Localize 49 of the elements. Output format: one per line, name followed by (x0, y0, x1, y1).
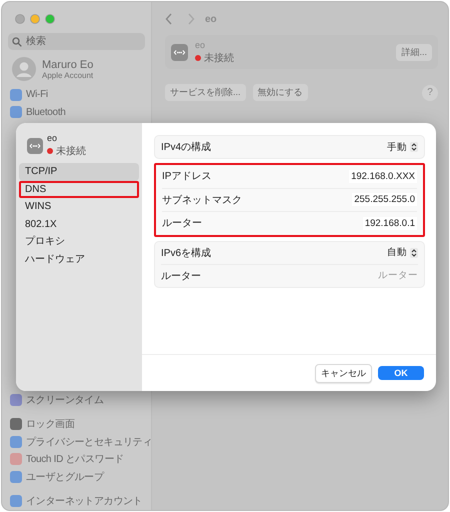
setting-label: ルーター (161, 270, 201, 282)
status-text: 未接続 (204, 52, 234, 64)
sidebar-tab[interactable]: WINS (19, 198, 139, 216)
updown-chevron-icon (410, 142, 418, 152)
sidebar-tab[interactable]: 802.1X (19, 216, 139, 233)
sidebar-item[interactable]: Wi-Fi (8, 86, 48, 104)
setting-label: サブネットマスク (162, 194, 242, 207)
input-field[interactable]: ルーター (338, 270, 418, 281)
setting-label: IPアドレス (162, 170, 212, 184)
help-button[interactable]: ? (422, 84, 438, 100)
setting-label: IPv6を構成 (161, 246, 212, 260)
action-button[interactable]: 無効にする (252, 84, 308, 101)
value-field[interactable]: 255.255.255.0 (352, 193, 417, 206)
updown-chevron-icon (410, 248, 418, 258)
sidebar-item[interactable]: スクリーンタイム (8, 391, 104, 408)
forward-icon (187, 13, 195, 25)
account-subtitle: Apple Account (42, 70, 94, 80)
popup-button[interactable]: 自動 (387, 246, 418, 259)
sidebar-tab[interactable]: DNS (19, 180, 139, 198)
window-title: eo (205, 14, 217, 24)
sidebar-item[interactable]: ユーザとグループ (8, 468, 104, 486)
action-button[interactable]: サービスを削除... (165, 84, 246, 101)
service-name: eo (47, 133, 58, 143)
search-icon (12, 37, 22, 47)
ok-button[interactable]: OK (378, 366, 424, 380)
sidebar-item[interactable]: プライバシーとセキュリティ (8, 433, 152, 450)
network-service-icon (27, 138, 43, 154)
network-service-icon (171, 44, 188, 60)
avatar-icon (12, 57, 36, 81)
sidebar-tab[interactable]: ハードウェア (19, 250, 139, 268)
status-dot-icon (47, 148, 53, 154)
popup-button[interactable]: 手動 (387, 140, 418, 154)
value-field[interactable]: 192.168.0.1 (362, 216, 417, 230)
back-icon (165, 13, 173, 25)
setting-label: ルーター (162, 217, 202, 230)
search-field[interactable]: 検索 (8, 33, 145, 50)
sidebar-tab[interactable]: プロキシ (19, 233, 139, 250)
sidebar-item[interactable]: インターネットアカウント (8, 492, 142, 510)
value-field[interactable]: 192.168.0.XXX (349, 170, 417, 183)
cancel-button[interactable]: キャンセル (315, 364, 372, 382)
status-dot-icon (195, 54, 201, 60)
account-name: Maruro Eo (42, 58, 94, 70)
details-button[interactable]: 詳細... (396, 44, 432, 60)
sidebar-tab[interactable]: TCP/IP (19, 163, 139, 180)
sidebar-item[interactable]: Touch ID とパスワード (8, 450, 124, 468)
sidebar-item[interactable]: ロック画面 (8, 416, 75, 433)
setting-label: IPv4の構成 (161, 140, 212, 154)
status-text: 未接続 (56, 144, 86, 158)
sidebar-item[interactable]: Bluetooth (8, 104, 66, 121)
